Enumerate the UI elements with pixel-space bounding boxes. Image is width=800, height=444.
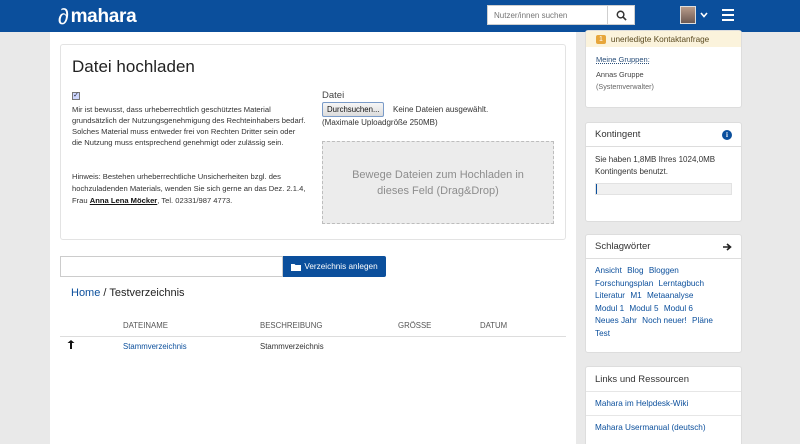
create-folder-label: Verzeichnis anlegen xyxy=(304,262,378,271)
hint-suffix: , Tel. 02331/987 4773. xyxy=(157,196,233,205)
column-filename[interactable]: DATEINAME xyxy=(123,321,168,330)
tag-link[interactable]: Test xyxy=(595,329,610,338)
link-helpdesk-wiki[interactable]: Mahara im Helpdesk-Wiki xyxy=(586,391,741,415)
file-label: Datei xyxy=(322,90,345,101)
breadcrumb: Home / Testverzeichnis xyxy=(71,287,185,299)
user-menu[interactable] xyxy=(680,6,708,24)
breadcrumb-current: Testverzeichnis xyxy=(109,287,185,299)
drag-drop-zone[interactable]: Bewege Dateien zum Hochladen in dieses F… xyxy=(322,141,554,224)
user-search-input[interactable] xyxy=(487,5,607,25)
copyright-consent-checkbox[interactable]: ✓ xyxy=(72,92,80,100)
logo-text: mahara xyxy=(70,6,137,27)
table-row: Stammverzeichnis Stammverzeichnis xyxy=(60,337,566,357)
copyright-hint: Hinweis: Bestehen urheberrechtliche Unsi… xyxy=(72,171,307,207)
tag-link[interactable]: Noch neuer! xyxy=(642,316,687,325)
tags-block: Schlagwörter Ansicht Blog Bloggen Forsch… xyxy=(585,234,742,353)
mahara-logo[interactable]: ∂ mahara xyxy=(58,4,137,30)
browse-button[interactable]: Durchsuchen... xyxy=(322,102,385,117)
column-size: GRÖSSE xyxy=(398,321,432,330)
main-content: Datei hochladen ✓ Mir ist bewusst, dass … xyxy=(50,32,576,444)
table-header: DATEINAME BESCHREIBUNG GRÖSSE DATUM xyxy=(60,316,566,337)
folder-icon xyxy=(291,263,302,271)
quota-text: Sie haben 1,8MB Ihres 1024,0MB Kontingen… xyxy=(595,155,716,176)
dropzone-text: Bewege Dateien zum Hochladen in dieses F… xyxy=(352,168,524,197)
pending-text: unerledigte Kontaktanfrage xyxy=(610,34,710,44)
tag-link[interactable]: Modul 5 xyxy=(629,304,658,313)
tag-link[interactable]: Ansicht xyxy=(595,266,622,275)
tags-title: Schlagwörter xyxy=(595,241,651,252)
tag-link[interactable]: Metaanalyse xyxy=(647,291,693,300)
group-role: (Systemverwalter) xyxy=(596,82,654,91)
logo-swirl-icon: ∂ xyxy=(58,4,69,29)
tag-cloud: Ansicht Blog Bloggen Forschungsplan Lern… xyxy=(586,259,741,347)
no-file-selected-text: Keine Dateien ausgewählt. xyxy=(393,105,489,114)
arrow-right-icon xyxy=(723,242,732,251)
copyright-consent-text: Mir ist bewusst, dass urheberrechtlich g… xyxy=(72,105,306,147)
breadcrumb-separator: / xyxy=(100,287,110,299)
quota-block: Kontingent i Sie haben 1,8MB Ihres 1024,… xyxy=(585,122,742,222)
chevron-down-icon xyxy=(700,12,708,18)
hamburger-icon[interactable] xyxy=(722,9,734,24)
tag-link[interactable]: Literatur xyxy=(595,291,625,300)
parent-folder-link[interactable]: Stammverzeichnis xyxy=(123,342,187,351)
quota-header: Kontingent i xyxy=(586,123,741,147)
links-block: Links und Ressourcen Mahara im Helpdesk-… xyxy=(585,366,742,444)
pending-contact-request[interactable]: 1 unerledigte Kontaktanfrage xyxy=(586,31,741,47)
links-header: Links und Ressourcen xyxy=(586,367,741,391)
quota-progress-bar xyxy=(595,183,732,195)
avatar xyxy=(680,6,696,24)
group-name: Annas Gruppe xyxy=(596,70,644,79)
breadcrumb-home-link[interactable]: Home xyxy=(71,287,100,299)
tag-link[interactable]: Neues Jahr xyxy=(595,316,637,325)
link-user-manual[interactable]: Mahara Usermanual (deutsch) xyxy=(586,415,741,439)
tag-link[interactable]: Blog xyxy=(627,266,643,275)
tag-link[interactable]: Pläne xyxy=(692,316,713,325)
quota-title: Kontingent xyxy=(595,129,641,140)
tag-link[interactable]: Bloggen xyxy=(649,266,679,275)
max-upload-size-text: (Maximale Uploadgröße 250MB) xyxy=(322,118,438,127)
pending-badge: 1 xyxy=(596,34,606,44)
tags-header[interactable]: Schlagwörter xyxy=(586,235,741,259)
links-title: Links und Ressourcen xyxy=(595,373,689,385)
info-icon[interactable]: i xyxy=(722,129,732,140)
my-groups-title: Meine Gruppen: xyxy=(596,55,650,64)
tag-link[interactable]: M1 xyxy=(630,291,641,300)
page-title: Datei hochladen xyxy=(72,57,195,76)
new-folder-name-input[interactable] xyxy=(60,256,283,277)
create-folder-button[interactable]: Verzeichnis anlegen xyxy=(283,256,386,277)
contact-name: Anna Lena Möcker xyxy=(89,196,158,205)
top-navigation-bar: ∂ mahara xyxy=(0,0,800,32)
upload-panel: Datei hochladen ✓ Mir ist bewusst, dass … xyxy=(60,44,566,240)
parent-folder-icon[interactable] xyxy=(67,340,75,352)
column-date: DATUM xyxy=(480,321,508,330)
search-button[interactable] xyxy=(607,5,635,25)
tag-link[interactable]: Modul 1 xyxy=(595,304,624,313)
column-description: BESCHREIBUNG xyxy=(260,321,323,330)
search-icon xyxy=(616,10,627,21)
groups-block: 1 unerledigte Kontaktanfrage Meine Grupp… xyxy=(585,30,742,108)
tag-link[interactable]: Lerntagbuch xyxy=(659,279,705,288)
tag-link[interactable]: Forschungsplan xyxy=(595,279,653,288)
tag-link[interactable]: Modul 6 xyxy=(664,304,693,313)
row-description: Stammverzeichnis xyxy=(260,342,324,351)
file-table: DATEINAME BESCHREIBUNG GRÖSSE DATUM Stam… xyxy=(60,316,566,357)
